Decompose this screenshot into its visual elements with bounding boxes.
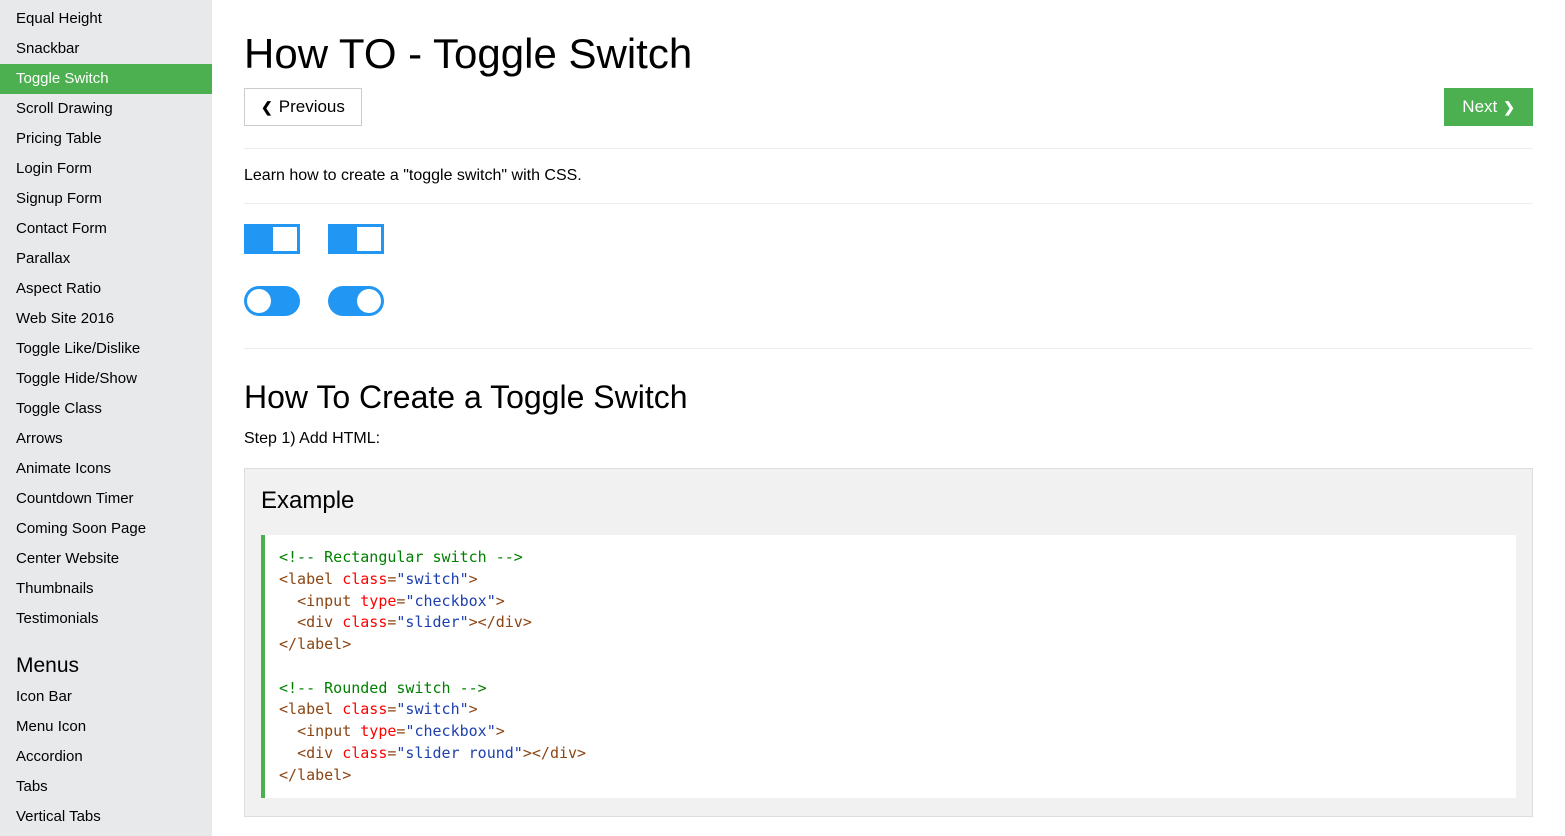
code-comment: <!-- Rectangular switch --> — [279, 548, 523, 566]
intro-text: Learn how to create a "toggle switch" wi… — [244, 167, 1533, 185]
sidebar-item[interactable]: Aspect Ratio — [0, 274, 212, 304]
example-title: Example — [261, 487, 1516, 515]
sidebar-item[interactable]: Pricing Table — [0, 124, 212, 154]
sidebar-item[interactable]: Arrows — [0, 424, 212, 454]
toggle-round-off[interactable] — [244, 286, 300, 316]
sidebar-item[interactable]: Accordion — [0, 742, 212, 772]
sidebar-item[interactable]: Menu Icon — [0, 712, 212, 742]
switch-demo-row-rect — [244, 224, 1533, 254]
sidebar-item[interactable]: Toggle Like/Dislike — [0, 334, 212, 364]
sidebar-item[interactable]: Countdown Timer — [0, 484, 212, 514]
divider — [244, 148, 1533, 149]
chevron-right-icon: ❯ — [1503, 100, 1515, 114]
next-button[interactable]: Next ❯ — [1444, 88, 1533, 126]
previous-label: Previous — [279, 97, 345, 117]
toggle-rect-off[interactable] — [244, 224, 300, 254]
step-text: Step 1) Add HTML: — [244, 430, 1533, 448]
switch-demo-row-round — [244, 286, 1533, 316]
sidebar-item[interactable]: Toggle Class — [0, 394, 212, 424]
code-block: <!-- Rectangular switch --> <label class… — [261, 535, 1516, 798]
sidebar-item[interactable]: Tab Headers — [0, 832, 212, 836]
toggle-knob — [357, 227, 381, 251]
divider — [244, 348, 1533, 349]
toggle-rect-on[interactable] — [328, 224, 384, 254]
toggle-knob — [247, 289, 271, 313]
previous-button[interactable]: ❮ Previous — [244, 88, 362, 126]
main-content: How TO - Toggle Switch ❮ Previous Next ❯… — [212, 0, 1565, 836]
page-title: How TO - Toggle Switch — [244, 30, 1533, 78]
sidebar-heading: Menus — [0, 634, 212, 682]
sidebar-item[interactable]: Web Site 2016 — [0, 304, 212, 334]
sidebar-item[interactable]: Equal Height — [0, 4, 212, 34]
sidebar-item[interactable]: Contact Form — [0, 214, 212, 244]
example-box: Example <!-- Rectangular switch --> <lab… — [244, 468, 1533, 817]
sidebar-item[interactable]: Tabs — [0, 772, 212, 802]
sidebar-item[interactable]: Animate Icons — [0, 454, 212, 484]
sidebar-item[interactable]: Scroll Drawing — [0, 94, 212, 124]
sidebar-item[interactable]: Icon Bar — [0, 682, 212, 712]
sidebar-item[interactable]: Coming Soon Page — [0, 514, 212, 544]
sidebar-item[interactable]: Testimonials — [0, 604, 212, 634]
toggle-knob — [273, 227, 297, 251]
sidebar-item[interactable]: Parallax — [0, 244, 212, 274]
code-comment: <!-- Rounded switch --> — [279, 679, 487, 697]
sidebar-item[interactable]: Login Form — [0, 154, 212, 184]
toggle-round-on[interactable] — [328, 286, 384, 316]
sidebar-item[interactable]: Thumbnails — [0, 574, 212, 604]
divider — [244, 203, 1533, 204]
sidebar-item[interactable]: Toggle Hide/Show — [0, 364, 212, 394]
sidebar: Equal HeightSnackbarToggle SwitchScroll … — [0, 0, 212, 836]
next-label: Next — [1462, 97, 1497, 117]
sidebar-item[interactable]: Vertical Tabs — [0, 802, 212, 832]
sidebar-item[interactable]: Signup Form — [0, 184, 212, 214]
sidebar-item[interactable]: Center Website — [0, 544, 212, 574]
toggle-knob — [357, 289, 381, 313]
section-heading: How To Create a Toggle Switch — [244, 379, 1533, 416]
nav-buttons: ❮ Previous Next ❯ — [244, 88, 1533, 126]
sidebar-item[interactable]: Snackbar — [0, 34, 212, 64]
chevron-left-icon: ❮ — [261, 100, 273, 114]
sidebar-item[interactable]: Toggle Switch — [0, 64, 212, 94]
